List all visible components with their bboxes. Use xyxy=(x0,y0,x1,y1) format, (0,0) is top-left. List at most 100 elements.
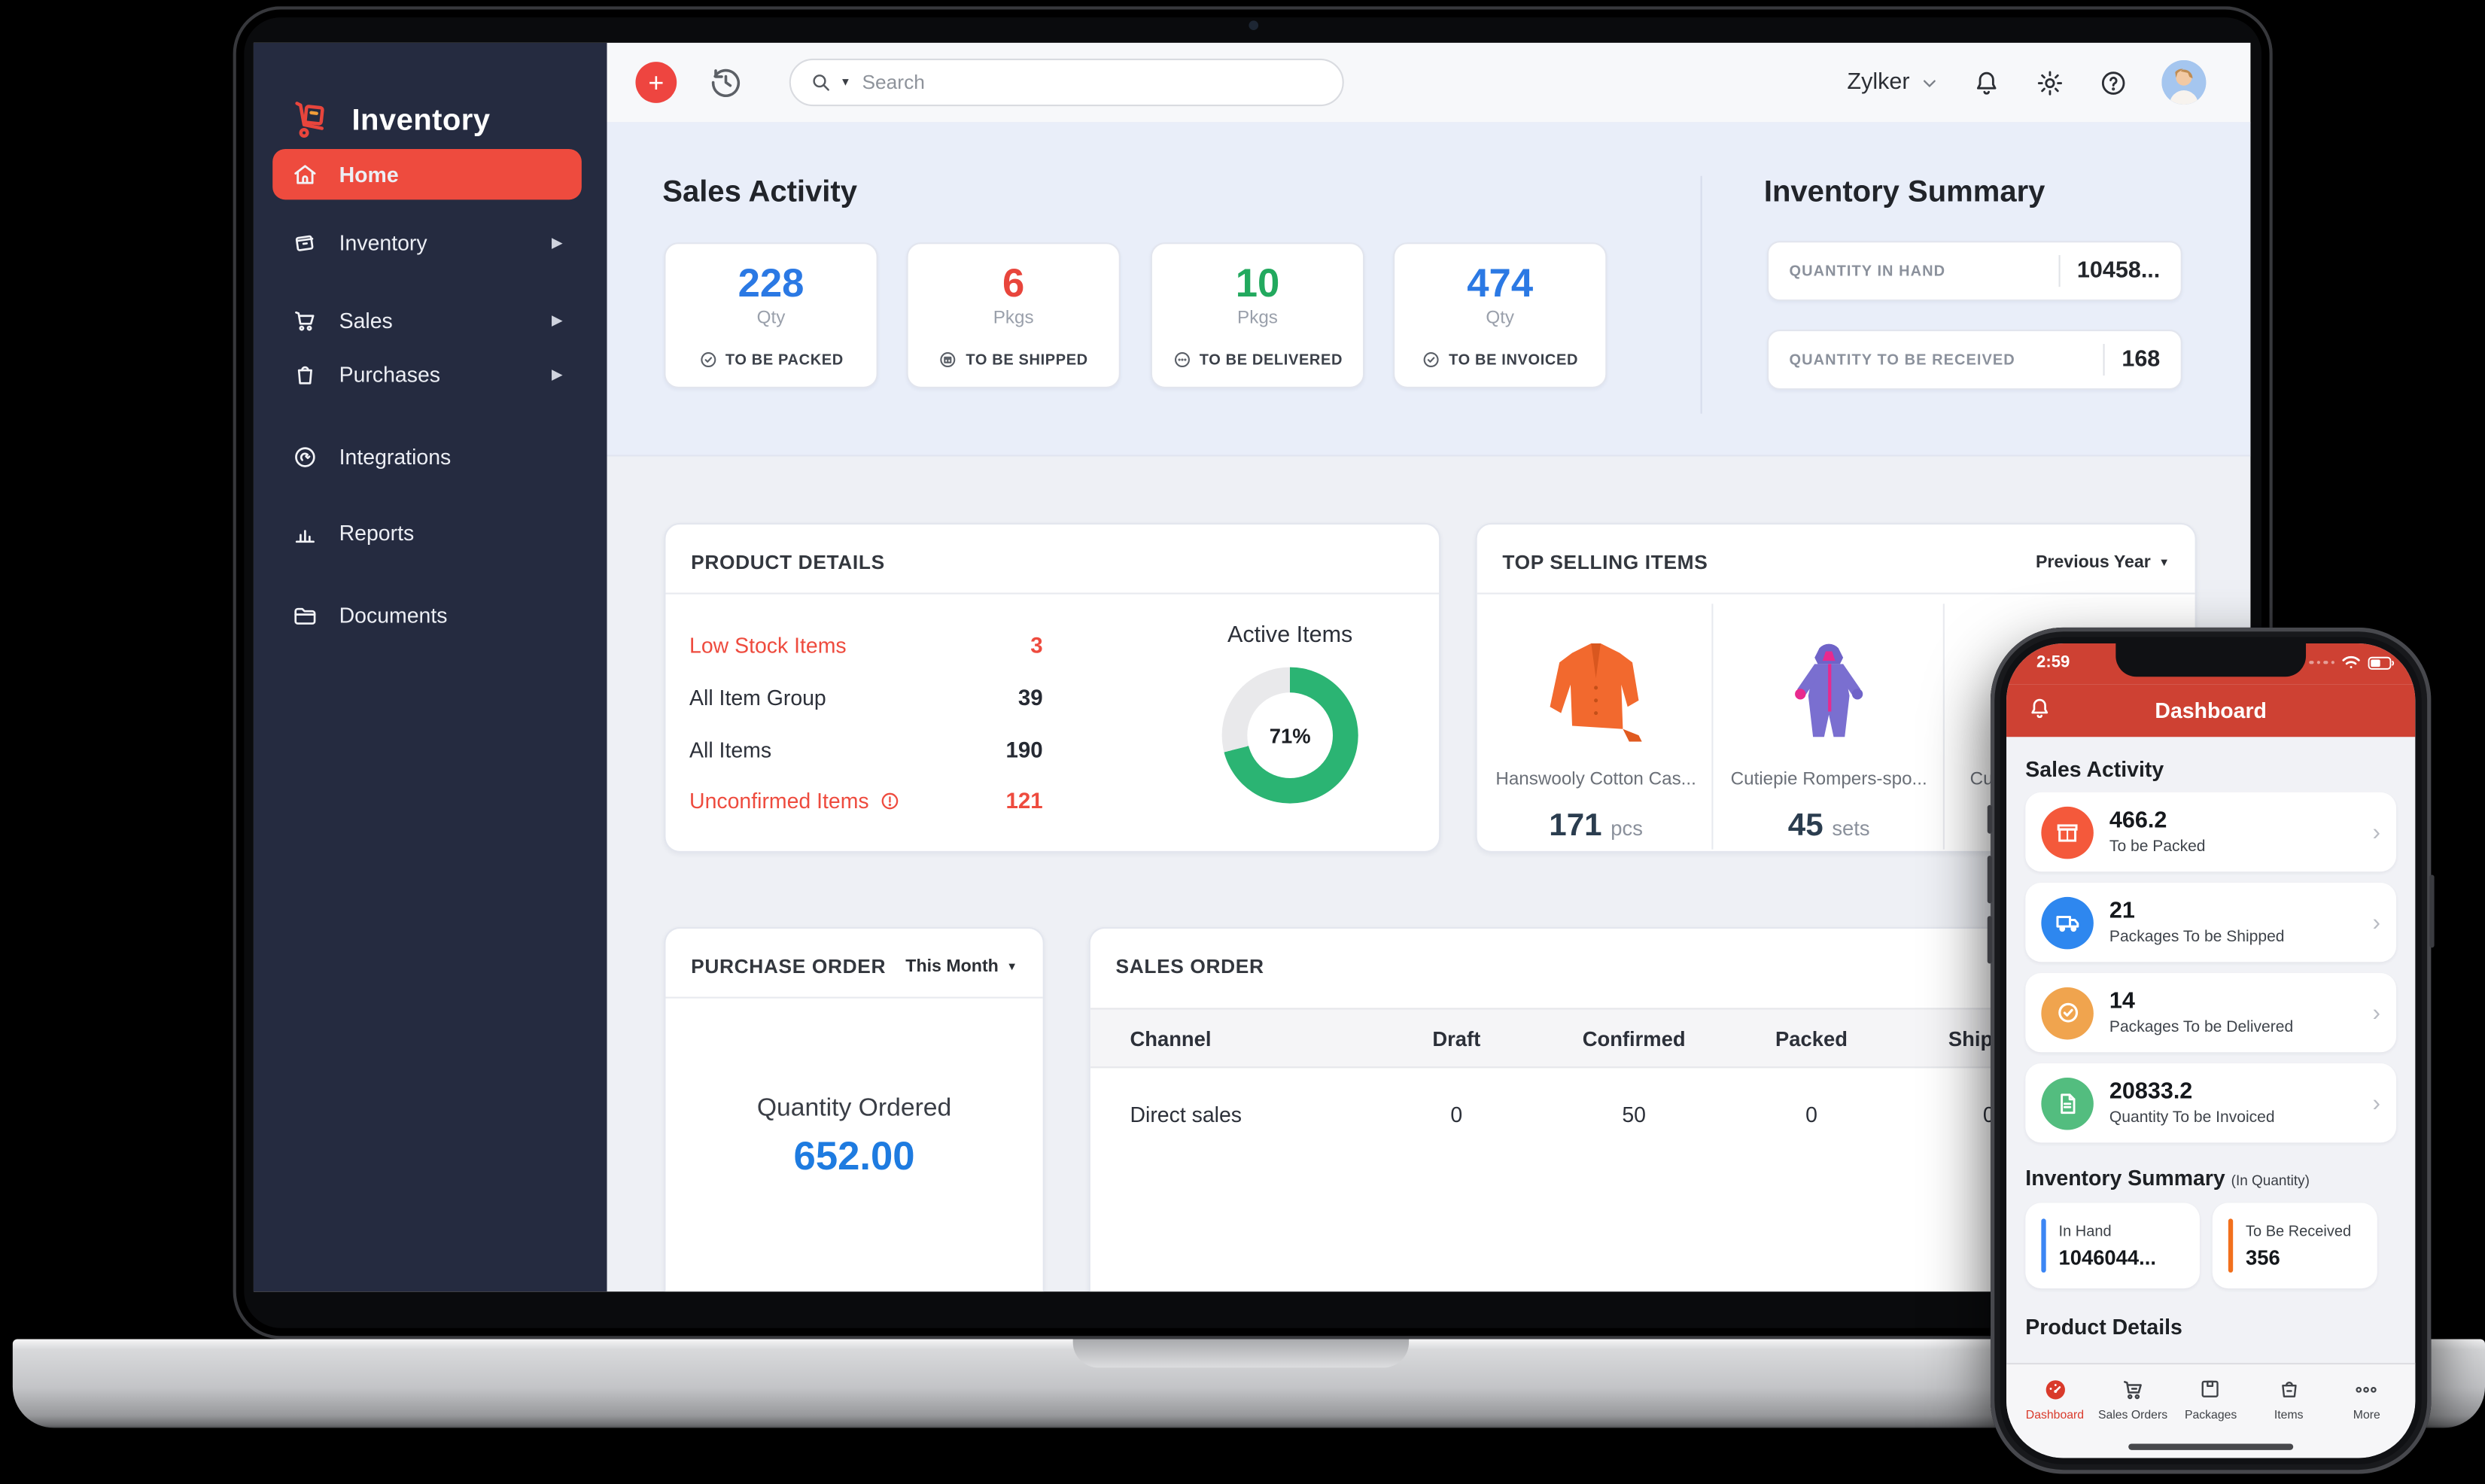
summary-label: To Be Received xyxy=(2246,1222,2352,1240)
phone-sales-activity-title: Sales Activity xyxy=(2025,757,2164,782)
quick-create-button[interactable]: + xyxy=(635,62,677,103)
to-be-shipped-card[interactable]: 6 Pkgs TO BE SHIPPED xyxy=(906,242,1121,388)
inventory-trolley-logo-icon xyxy=(295,102,324,138)
cell-confirmed: 50 xyxy=(1622,1102,1646,1127)
row-value: 121 xyxy=(1005,787,1043,813)
cart-icon xyxy=(2123,1380,2142,1399)
sidebar-item-reports[interactable]: Reports xyxy=(272,507,582,558)
home-icon xyxy=(294,164,316,184)
metric-label: TO BE SHIPPED xyxy=(966,351,1088,369)
dashboard-gauge-icon xyxy=(2045,1379,2065,1399)
sidebar-item-inventory[interactable]: Inventory ▶ xyxy=(272,217,582,268)
search-input[interactable] xyxy=(859,69,1230,96)
product-qty: 171 xyxy=(1549,807,1602,844)
search-icon xyxy=(813,75,829,91)
title-subtext: (In Quantity) xyxy=(2231,1172,2310,1189)
metric-value: 474 xyxy=(1467,261,1534,306)
plus-icon: + xyxy=(648,67,665,98)
recent-history-icon[interactable] xyxy=(707,63,745,102)
sidebar-item-sales[interactable]: Sales ▶ xyxy=(272,295,582,345)
notifications-bell-icon[interactable] xyxy=(1972,67,2002,97)
phone-to-be-shipped-row[interactable]: 21 Packages To be Shipped › xyxy=(2025,882,2397,962)
metric-label: Packages To be Delivered xyxy=(2109,1018,2294,1036)
col-header: Channel xyxy=(1130,1026,1212,1051)
tab-label: Sales Orders xyxy=(2097,1407,2168,1422)
quantity-ordered-value: 652.00 xyxy=(793,1134,915,1179)
accent-bar xyxy=(2228,1218,2234,1273)
phone-in-hand-card[interactable]: In Hand 1046044... xyxy=(2025,1203,2200,1289)
user-avatar[interactable] xyxy=(2161,60,2207,105)
purchase-order-filter-dropdown[interactable]: This Month ▼ xyxy=(905,957,1017,976)
to-be-delivered-card[interactable]: 10 Pkgs TO BE DELIVERED xyxy=(1150,242,1365,388)
row-value: 190 xyxy=(1005,737,1043,762)
all-items-row[interactable]: All Items 190 xyxy=(689,737,1043,762)
top-selling-item[interactable]: Cutiepie Rompers-spo... 45 sets xyxy=(1711,604,1945,850)
summary-label: In Hand xyxy=(2058,1222,2112,1240)
sidebar-item-label: Reports xyxy=(339,520,415,545)
chevron-right-icon: › xyxy=(2372,1089,2381,1117)
phone-to-be-delivered-row[interactable]: 14 Packages To be Delivered › xyxy=(2025,973,2397,1053)
all-item-group-row[interactable]: All Item Group 39 xyxy=(689,685,1043,710)
active-items-donut[interactable]: 71% xyxy=(1221,667,1358,804)
cell-draft: 0 xyxy=(1450,1102,1463,1127)
sidebar-item-home[interactable]: Home xyxy=(272,148,582,200)
phone-to-be-packed-row[interactable]: 466.2 To be Packed › xyxy=(2025,792,2397,872)
filter-value: This Month xyxy=(905,956,999,977)
sidebar: Inventory Home Inventory ▶ Sales ▶ Purch… xyxy=(253,42,607,1292)
unconfirmed-items-row[interactable]: Unconfirmed Items 121 xyxy=(689,788,1043,813)
top-selling-filter-dropdown[interactable]: Previous Year ▼ xyxy=(2036,553,2170,572)
to-be-packed-card[interactable]: 228 Qty TO BE PACKED xyxy=(664,242,878,388)
product-image-cardigan xyxy=(1480,632,1711,756)
tab-label: Dashboard xyxy=(2025,1407,2085,1422)
org-switcher[interactable]: Zylker xyxy=(1847,70,1938,95)
sidebar-item-label: Documents xyxy=(339,603,448,627)
cell-channel: Direct sales xyxy=(1130,1102,1242,1127)
quantity-in-hand-card[interactable]: QUANTITY IN HAND 10458... xyxy=(1767,241,2182,302)
scene: Inventory Home Inventory ▶ Sales ▶ Purch… xyxy=(0,0,2485,1483)
search-scope-caret-icon[interactable]: ▼ xyxy=(840,77,851,88)
phone-notifications-bell-icon[interactable] xyxy=(2027,695,2052,721)
sidebar-item-purchases[interactable]: Purchases ▶ xyxy=(272,348,582,399)
table-row[interactable]: Direct sales 0 50 0 0 xyxy=(1090,1068,2102,1160)
divider xyxy=(2058,255,2060,287)
product-unit: sets xyxy=(1832,816,1870,841)
active-items-widget: Active Items 71% xyxy=(1163,623,1417,804)
metric-label: TO BE DELIVERED xyxy=(1199,351,1343,369)
metric-value: 466.2 xyxy=(2109,808,2167,835)
summary-value: 168 xyxy=(2122,347,2161,373)
phone-mockup: 2:59 Dashboard Sales Activity 466.2 To b… xyxy=(1987,627,2435,1474)
donut-percent: 71% xyxy=(1269,723,1311,747)
sidebar-item-integrations[interactable]: Integrations xyxy=(272,431,582,482)
low-stock-items-row[interactable]: Low Stock Items 3 xyxy=(689,632,1043,658)
phone-power-button xyxy=(2429,874,2435,948)
phone-volume-down-button xyxy=(1987,916,1993,964)
settings-gear-icon[interactable] xyxy=(2035,67,2065,97)
chevron-right-icon: › xyxy=(2372,908,2381,936)
phone-volume-up-button xyxy=(1987,856,1993,904)
product-details-card: PRODUCT DETAILS Low Stock Items 3 All It… xyxy=(664,522,1441,853)
help-icon[interactable] xyxy=(2098,67,2128,97)
phone-inventory-summary-title: Inventory Summary (In Quantity) xyxy=(2025,1166,2396,1191)
metric-value: 10 xyxy=(1235,261,1280,306)
top-selling-item[interactable]: Hanswooly Cotton Cas... 171 pcs xyxy=(1480,604,1711,849)
row-label: Unconfirmed Items xyxy=(689,788,869,813)
search-bar[interactable]: ▼ xyxy=(789,58,1344,107)
laptop-screen: Inventory Home Inventory ▶ Sales ▶ Purch… xyxy=(253,42,2251,1292)
metric-label: Packages To be Shipped xyxy=(2109,928,2285,946)
chevron-right-icon: ▶ xyxy=(552,311,563,327)
sidebar-item-documents[interactable]: Documents xyxy=(272,589,582,640)
phone-to-be-invoiced-row[interactable]: 20833.2 Quantity To be Invoiced › xyxy=(2025,1063,2397,1143)
phone-to-be-received-card[interactable]: To Be Received 356 xyxy=(2212,1203,2377,1289)
chevron-right-icon: ▶ xyxy=(552,233,563,250)
quantity-to-be-received-card[interactable]: QUANTITY TO BE RECEIVED 168 xyxy=(1767,330,2182,391)
tab-more[interactable]: More xyxy=(2330,1376,2403,1458)
caret-down-icon: ▼ xyxy=(2158,557,2170,568)
summary-label: QUANTITY TO BE RECEIVED xyxy=(1789,351,2015,369)
tab-dashboard[interactable]: Dashboard xyxy=(2018,1376,2091,1458)
sales-order-table: Channel Draft Confirmed Packed Shipped D… xyxy=(1090,1008,2102,1160)
table-header-row: Channel Draft Confirmed Packed Shipped xyxy=(1090,1008,2102,1069)
to-be-invoiced-card[interactable]: 474 Qty TO BE INVOICED xyxy=(1393,242,1607,388)
phone-home-indicator[interactable] xyxy=(2128,1443,2294,1450)
col-header: Confirmed xyxy=(1582,1026,1686,1051)
phone-page-title: Dashboard xyxy=(2155,698,2267,723)
